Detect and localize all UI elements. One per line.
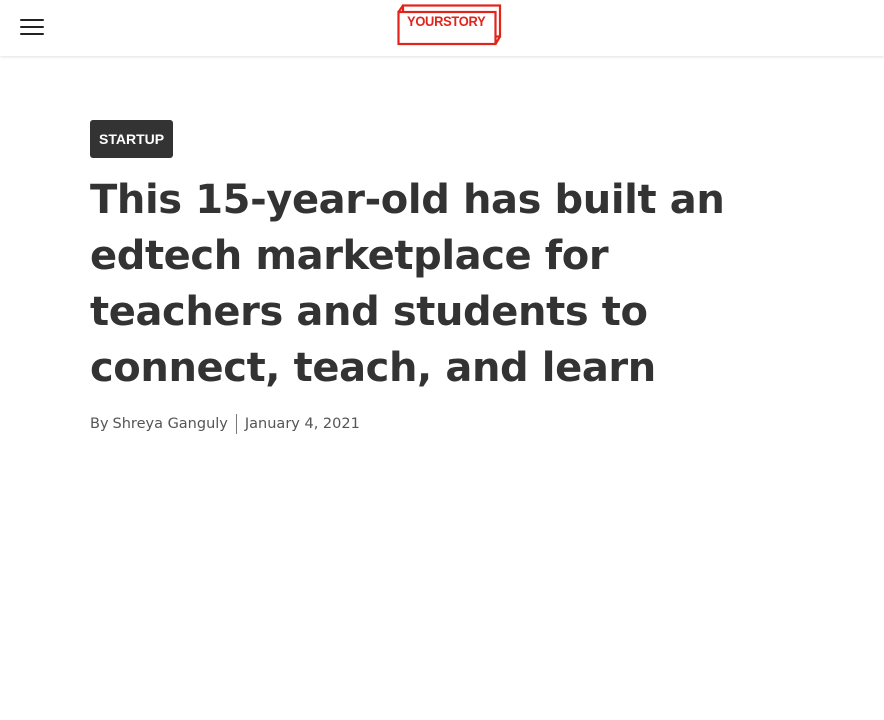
byline-prefix: By <box>90 416 109 432</box>
hamburger-menu-icon[interactable] <box>20 17 44 37</box>
publish-date: January 4, 2021 <box>244 416 360 432</box>
logo-text: YOURSTORY <box>407 13 486 29</box>
yourstory-logo[interactable]: YOURSTORY <box>397 4 503 46</box>
article-byline: By Shreya Ganguly January 4, 2021 <box>90 413 360 435</box>
menu-line <box>20 19 44 21</box>
byline-divider <box>235 414 237 434</box>
article-title: This 15-year-old has built an edtech mar… <box>90 177 725 391</box>
menu-line <box>20 26 44 28</box>
category-badge[interactable]: STARTUP <box>90 120 174 158</box>
menu-line <box>20 33 44 35</box>
author-link[interactable]: Shreya Ganguly <box>113 416 228 432</box>
site-header: YOURSTORY <box>0 0 884 56</box>
